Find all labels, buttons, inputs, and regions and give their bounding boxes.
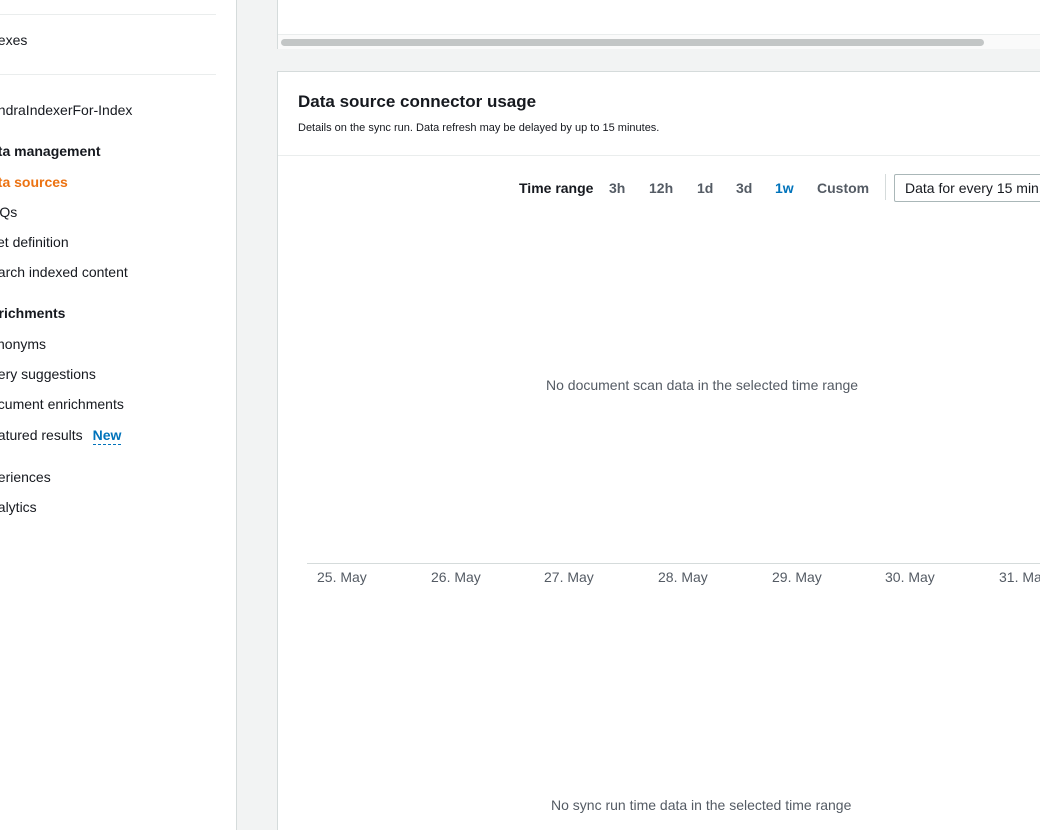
time-range-label: Time range bbox=[519, 180, 594, 196]
sidebar-item-synonyms[interactable]: ynonyms bbox=[0, 336, 46, 352]
panel-divider bbox=[278, 155, 1040, 156]
sidebar-section-enrichments: nrichments bbox=[0, 305, 66, 321]
sidebar-item-faqs[interactable]: AQs bbox=[0, 204, 17, 220]
sidebar-divider bbox=[0, 14, 216, 15]
panel-description: Details on the sync run. Data refresh ma… bbox=[298, 122, 660, 134]
time-range-1d[interactable]: 1d bbox=[697, 180, 713, 196]
connector-usage-panel: Data source connector usage Details on t… bbox=[277, 71, 1040, 830]
horizontal-scrollbar[interactable] bbox=[278, 34, 1040, 49]
sidebar-divider bbox=[0, 74, 216, 75]
time-range-3d[interactable]: 3d bbox=[736, 180, 752, 196]
previous-panel bbox=[277, 0, 1040, 49]
sidebar-item-indexes[interactable]: dexes bbox=[0, 32, 27, 48]
time-range-3h[interactable]: 3h bbox=[609, 180, 625, 196]
sidebar-item-experiences[interactable]: periences bbox=[0, 469, 51, 485]
scrollbar-thumb[interactable] bbox=[281, 39, 984, 46]
x-tick-label: 25. May bbox=[317, 569, 367, 585]
sidebar-section-data-management: ata management bbox=[0, 143, 101, 159]
interval-select[interactable]: Data for every 15 min bbox=[894, 174, 1040, 202]
sidebar-item-query-suggestions[interactable]: uery suggestions bbox=[0, 366, 96, 382]
empty-scan-message: No document scan data in the selected ti… bbox=[546, 377, 859, 393]
sidebar-item-index-name[interactable]: endraIndexerFor-Index bbox=[0, 102, 132, 118]
toolbar-divider bbox=[885, 174, 886, 200]
x-tick-label: 27. May bbox=[544, 569, 594, 585]
x-tick-label: 28. May bbox=[658, 569, 708, 585]
time-range-12h[interactable]: 12h bbox=[649, 180, 673, 196]
panel-title: Data source connector usage bbox=[298, 92, 537, 111]
x-tick-label: 30. May bbox=[885, 569, 935, 585]
chart-x-axis bbox=[307, 563, 1040, 564]
sidebar-item-facet-definition[interactable]: cet definition bbox=[0, 234, 69, 250]
x-tick-label: 31. Ma bbox=[999, 569, 1040, 585]
sidebar-navigation: dexes endraIndexerFor-Index ata manageme… bbox=[0, 0, 237, 830]
new-badge: New bbox=[92, 427, 122, 445]
time-range-custom[interactable]: Custom bbox=[817, 180, 869, 196]
sidebar-item-analytics[interactable]: nalytics bbox=[0, 499, 37, 515]
sidebar-item-data-sources[interactable]: ata sources bbox=[0, 174, 68, 190]
sidebar-item-search-indexed-content[interactable]: earch indexed content bbox=[0, 264, 128, 280]
sidebar-item-label: eatured results bbox=[0, 427, 83, 443]
sidebar-item-featured-results[interactable]: eatured results New bbox=[0, 427, 122, 445]
empty-sync-message: No sync run time data in the selected ti… bbox=[551, 797, 852, 813]
time-range-1w[interactable]: 1w bbox=[775, 180, 794, 196]
x-tick-label: 29. May bbox=[772, 569, 822, 585]
sidebar-item-document-enrichments[interactable]: ocument enrichments bbox=[0, 396, 124, 412]
x-tick-label: 26. May bbox=[431, 569, 481, 585]
